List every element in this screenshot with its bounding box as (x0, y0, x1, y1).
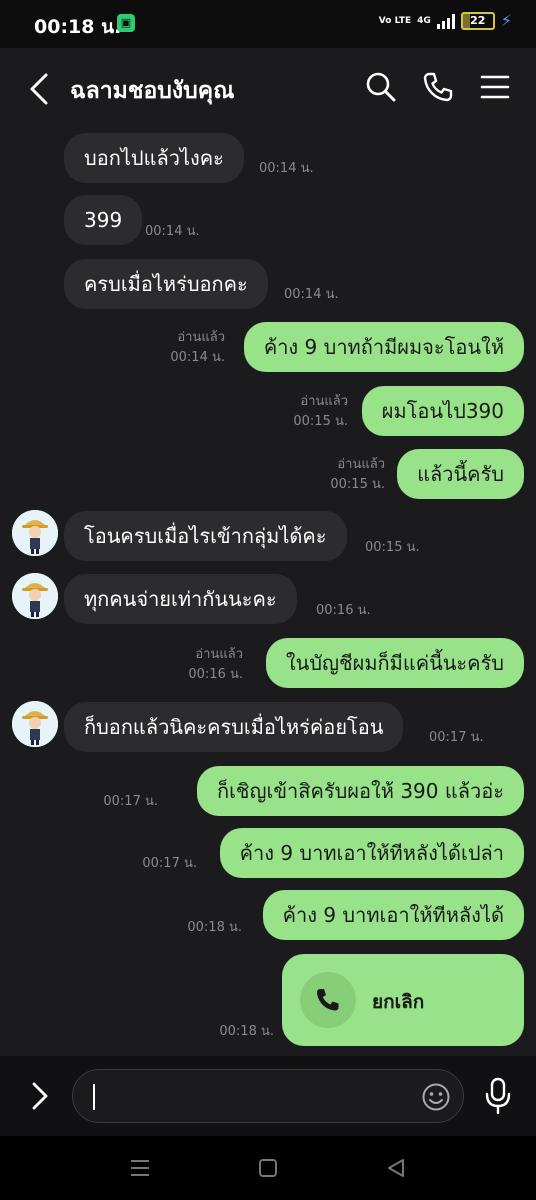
battery-level: 22 (470, 14, 486, 27)
microphone-icon[interactable] (482, 1076, 514, 1116)
message-time: 00:17 น. (103, 794, 158, 809)
message-time: 00:14 น. (284, 287, 339, 302)
back-nav-icon[interactable] (384, 1156, 408, 1180)
message-time: 00:17 น. (429, 730, 484, 745)
message-composer (0, 1056, 536, 1136)
status-bar: 00:18 น. ▣ Vo LTE 4G 22 ⚡ (0, 0, 536, 48)
avatar-image (12, 701, 58, 747)
sent-message[interactable]: ในบัญชีผมก็มีแค่นี้นะครับ (265, 638, 524, 688)
status-time: 00:18 น. (34, 16, 122, 38)
notification-icon: ▣ (117, 14, 135, 32)
phone-icon (317, 989, 339, 1011)
received-message[interactable]: บอกไปแล้วไงคะ (64, 133, 244, 183)
read-receipt: อ่านแล้ว (337, 457, 385, 472)
message-time: 00:17 น. (142, 856, 197, 871)
avatar[interactable] (12, 510, 58, 556)
avatar[interactable] (12, 573, 58, 619)
chat-title: ฉลามชอบงับคุณ (70, 78, 235, 104)
sent-message[interactable]: ค้าง 9 บาทถ้ามีผมจะโอนให้ (243, 322, 524, 372)
sent-message[interactable]: ค้าง 9 บาทเอาให้ทีหลังได้เปล่า (219, 828, 524, 878)
battery-icon: 22 (460, 12, 495, 30)
message-time: 00:15 น. (293, 414, 348, 429)
message-time: 00:16 น. (188, 667, 243, 682)
avatar-image (12, 510, 58, 556)
charging-icon: ⚡ (500, 11, 512, 30)
message-time: 00:14 น. (145, 224, 200, 239)
emoji-icon[interactable] (421, 1082, 451, 1112)
call-status-label: ยกเลิก (372, 991, 425, 1013)
sent-message[interactable]: ผมโอนไป390 (361, 386, 524, 436)
message-time: 00:16 น. (316, 603, 371, 618)
call-message[interactable]: ยกเลิก (282, 954, 524, 1046)
chat-area[interactable]: บอกไปแล้วไงคะ 00:14 น. 399 00:14 น. ครบเ… (0, 130, 536, 1056)
sent-message[interactable]: แล้วนี้ครับ (397, 449, 524, 499)
recents-icon[interactable] (128, 1156, 152, 1180)
message-time: 00:15 น. (330, 477, 385, 492)
sent-message[interactable]: ค้าง 9 บาทเอาให้ทีหลังได้ (262, 890, 524, 940)
search-icon[interactable] (364, 70, 398, 104)
back-icon[interactable] (26, 72, 54, 106)
message-time: 00:18 น. (219, 1024, 274, 1039)
received-message[interactable]: ครบเมื่อไหร่บอกคะ (64, 259, 268, 309)
signal-icon (436, 13, 455, 29)
text-caret (93, 1084, 95, 1110)
avatar[interactable] (12, 701, 58, 747)
received-message[interactable]: ทุกคนจ่ายเท่ากันนะคะ (64, 574, 297, 624)
menu-icon[interactable] (478, 70, 512, 104)
phone-icon[interactable] (421, 70, 455, 104)
volte-indicator: Vo LTE (378, 15, 412, 26)
avatar-image (12, 573, 58, 619)
message-time: 00:14 น. (259, 161, 314, 176)
system-nav-bar (0, 1136, 536, 1200)
sent-message[interactable]: ก็เชิญเข้าสิครับผอให้ 390 แล้วอ่ะ (196, 766, 524, 816)
message-time: 00:14 น. (170, 350, 225, 365)
message-time: 00:15 น. (365, 540, 420, 555)
read-receipt: อ่านแล้ว (177, 330, 225, 345)
message-input[interactable] (72, 1069, 464, 1123)
read-receipt: อ่านแล้ว (195, 647, 243, 662)
read-receipt: อ่านแล้ว (300, 394, 348, 409)
home-icon[interactable] (256, 1156, 280, 1180)
network-type: 4G (417, 16, 431, 26)
status-indicators: Vo LTE 4G 22 ⚡ (379, 12, 512, 30)
call-icon-circle (300, 972, 356, 1028)
chevron-right-icon[interactable] (26, 1078, 54, 1114)
message-time: 00:18 น. (187, 920, 242, 935)
received-message[interactable]: 399 (64, 195, 143, 245)
chat-header: ฉลามชอบงับคุณ (0, 48, 536, 130)
received-message[interactable]: โอนครบเมื่อไรเข้ากลุ่มได้คะ (64, 511, 347, 561)
received-message[interactable]: ก็บอกแล้วนิคะครบเมื่อไหร่ค่อยโอน (64, 702, 404, 752)
